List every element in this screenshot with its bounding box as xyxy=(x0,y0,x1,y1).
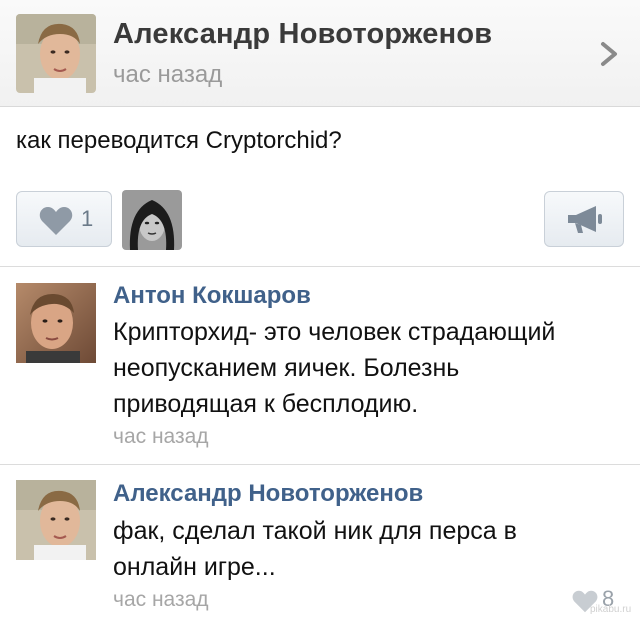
like-count: 1 xyxy=(81,206,94,231)
comment-avatar[interactable] xyxy=(16,480,96,560)
post-text: как переводится Cryptorchid? xyxy=(16,127,342,154)
comment-author-name[interactable]: Александр Новоторженов xyxy=(113,480,423,508)
post-time: час назад xyxy=(113,61,223,88)
comment-text-line: онлайн игре... xyxy=(113,553,276,581)
liker-avatar[interactable] xyxy=(122,190,182,250)
chevron-right-icon[interactable] xyxy=(596,39,622,69)
like-button[interactable]: 1 xyxy=(16,191,112,247)
comment-text-line: приводящая к бесплодию. xyxy=(113,390,419,418)
author-avatar[interactable] xyxy=(16,14,96,93)
comment-time: час назад xyxy=(113,588,209,611)
divider xyxy=(0,266,640,267)
post-header[interactable]: Александр Новоторженов час назад xyxy=(0,0,640,107)
heart-icon xyxy=(39,206,73,236)
watermark: pikabu.ru xyxy=(590,604,632,615)
comment-text-line: фак, сделал такой ник для перса в xyxy=(113,517,517,545)
comment-time: час назад xyxy=(113,425,209,448)
divider xyxy=(0,464,640,465)
comment-avatar[interactable] xyxy=(16,283,96,363)
share-button[interactable] xyxy=(544,191,624,247)
comment-text-line: неопусканием яичек. Болезнь xyxy=(113,354,460,382)
comment-author-name[interactable]: Антон Кокшаров xyxy=(113,282,311,310)
post-author-name[interactable]: Александр Новоторженов xyxy=(113,18,492,51)
comment-text-line: Крипторхид- это человек страдающий xyxy=(113,318,556,346)
